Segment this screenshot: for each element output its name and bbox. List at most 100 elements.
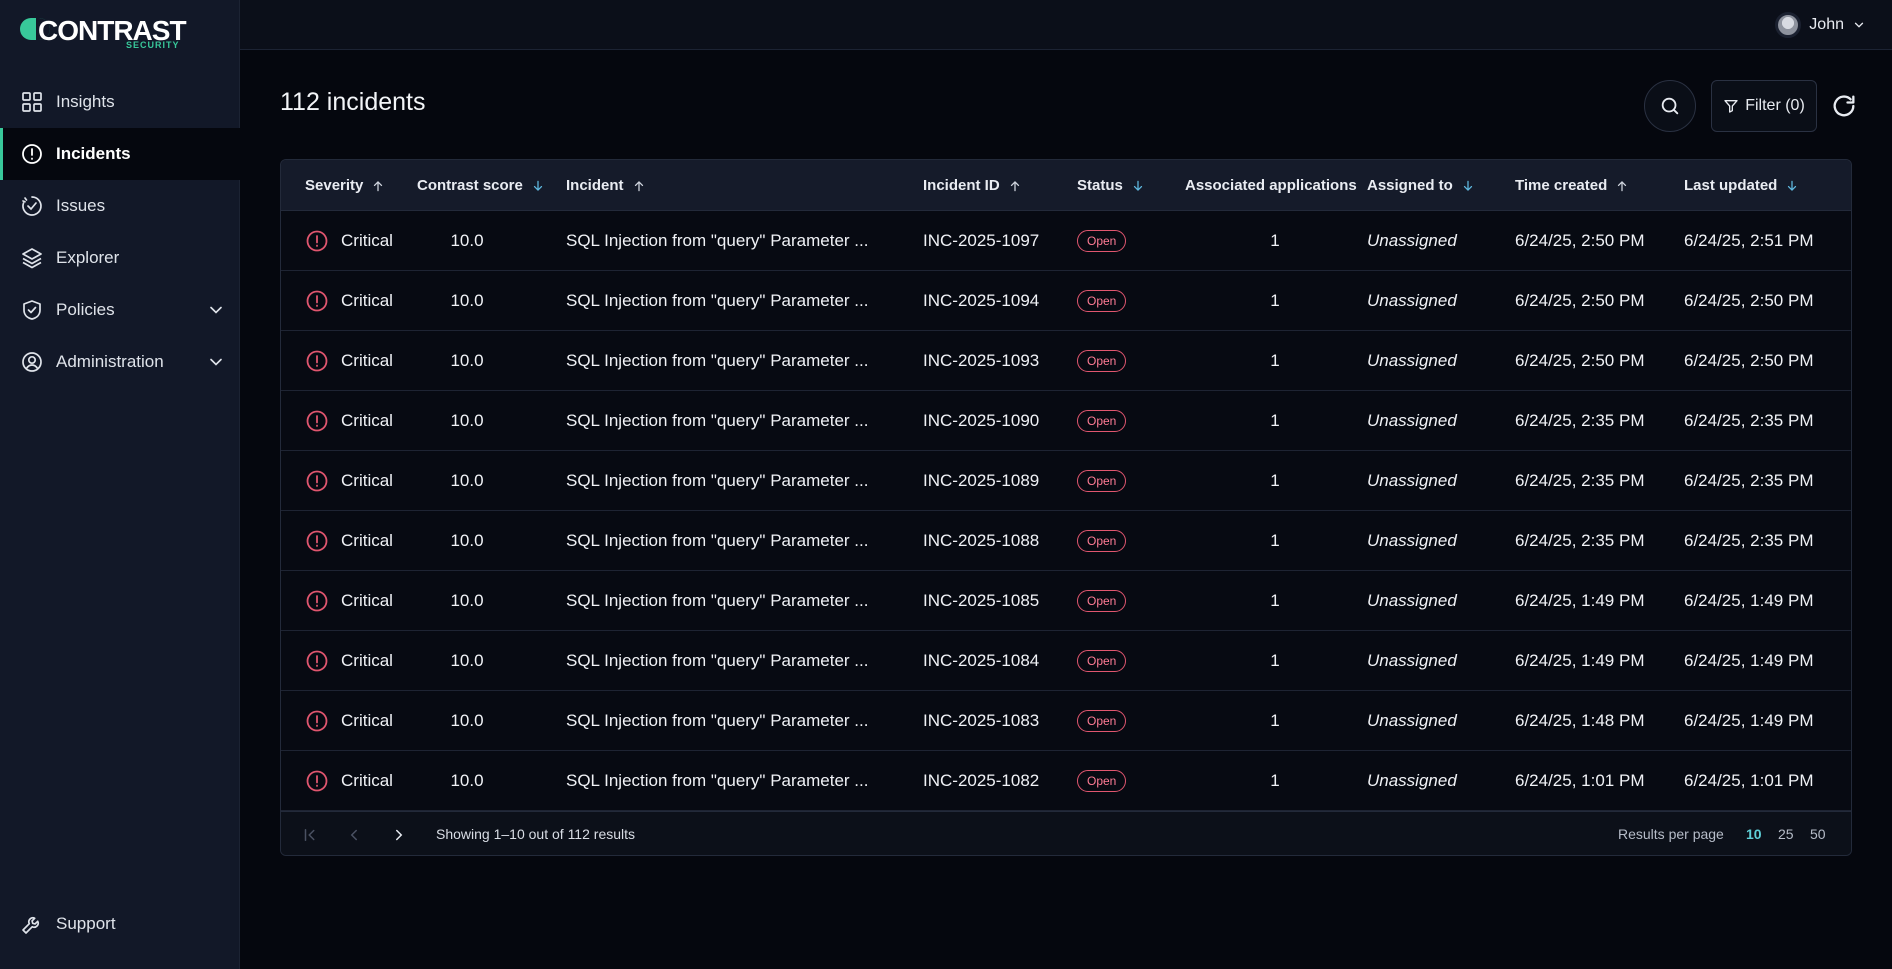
next-page-icon[interactable] (390, 826, 408, 844)
arrow-up-icon[interactable] (632, 179, 646, 193)
column-header-incident[interactable]: Incident (566, 160, 646, 211)
assigned-to: Unassigned (1367, 770, 1457, 790)
table-row[interactable]: Critical 10.0 SQL Injection from "query" P… (281, 571, 1851, 631)
arrow-down-icon[interactable] (531, 179, 545, 193)
severity-label: Critical (341, 590, 393, 610)
column-header-label: Status (1077, 177, 1123, 194)
sidebar-item-policies[interactable]: Policies (0, 284, 240, 336)
showing-suffix: results (589, 826, 636, 842)
table-row[interactable]: Critical 10.0 SQL Injection from "query" P… (281, 691, 1851, 751)
search-button[interactable] (1644, 80, 1696, 132)
layers-icon (20, 246, 44, 270)
severity-cell: Critical (305, 631, 393, 690)
severity-label: Critical (341, 650, 393, 670)
results-per-page-option[interactable]: 10 (1746, 826, 1762, 842)
contrast-score: 10.0 (450, 410, 484, 430)
status-cell: Open (1077, 331, 1127, 390)
column-header-contrast-score[interactable]: Contrast score (417, 160, 545, 211)
arrow-down-icon[interactable] (1785, 179, 1799, 193)
results-per-page-option[interactable]: 25 (1778, 826, 1794, 842)
arrow-down-icon[interactable] (1461, 179, 1475, 193)
last-updated: 6/24/25, 2:35 PM (1684, 530, 1814, 550)
incident-name[interactable]: SQL Injection from "query" Parameter ... (566, 211, 906, 270)
column-header-incident-id[interactable]: Incident ID (923, 160, 1022, 211)
critical-alert-icon (306, 290, 328, 311)
column-header-associated-applications[interactable]: Associated applications (1185, 160, 1357, 211)
severity-label: Critical (341, 710, 393, 730)
sidebar-item-label: Explorer (56, 248, 120, 267)
results-per-page-option[interactable]: 50 (1810, 826, 1826, 842)
sidebar-item-issues[interactable]: Issues (0, 180, 240, 232)
status-badge: Open (1077, 529, 1127, 552)
severity-cell: Critical (305, 391, 393, 450)
incident-id: INC-2025-1093 (923, 350, 1040, 370)
incident-name[interactable]: SQL Injection from "query" Parameter ... (566, 691, 906, 750)
previous-page-icon[interactable] (345, 826, 363, 844)
column-header-label: Assigned to (1367, 177, 1453, 194)
user-menu[interactable]: John (1775, 12, 1866, 38)
refresh-icon[interactable] (1830, 92, 1858, 120)
incident-name[interactable]: SQL Injection from "query" Parameter ... (566, 571, 906, 630)
status-badge: Open (1077, 709, 1127, 732)
table-row[interactable]: Critical 10.0 SQL Injection from "query" P… (281, 211, 1851, 271)
time-created: 6/24/25, 2:50 PM (1515, 230, 1645, 250)
alert-circle-icon (20, 142, 44, 166)
status-cell: Open (1077, 751, 1127, 810)
incidents-table: Severity Contrast score Incident Incident I… (280, 159, 1852, 856)
table-row[interactable]: Critical 10.0 SQL Injection from "query" P… (281, 331, 1851, 391)
incident-id: INC-2025-1090 (923, 410, 1040, 430)
severity-cell: Critical (305, 691, 393, 750)
sidebar-item-insights[interactable]: Insights (0, 76, 240, 128)
status-badge: Open (1077, 649, 1127, 672)
table-row[interactable]: Critical 10.0 SQL Injection from "query" P… (281, 631, 1851, 691)
last-updated: 6/24/25, 2:51 PM (1684, 230, 1814, 250)
chevron-down-icon[interactable] (206, 300, 226, 320)
incident-name[interactable]: SQL Injection from "query" Parameter ... (566, 391, 906, 450)
column-header-label: Associated applications (1185, 177, 1357, 194)
severity-cell: Critical (305, 571, 393, 630)
arrow-up-icon[interactable] (371, 179, 385, 193)
critical-alert-icon (306, 470, 328, 491)
incident-id: INC-2025-1082 (923, 770, 1040, 790)
contrast-score: 10.0 (450, 470, 484, 490)
severity-label: Critical (341, 470, 393, 490)
incident-name[interactable]: SQL Injection from "query" Parameter ... (566, 631, 906, 690)
table-row[interactable]: Critical 10.0 SQL Injection from "query" P… (281, 511, 1851, 571)
assigned-to: Unassigned (1367, 290, 1457, 310)
sidebar-item-incidents[interactable]: Incidents (0, 128, 240, 180)
arrow-down-icon[interactable] (1131, 179, 1145, 193)
status-cell: Open (1077, 451, 1127, 510)
incident-name[interactable]: SQL Injection from "query" Parameter ... (566, 451, 906, 510)
column-header-severity[interactable]: Severity (305, 160, 385, 211)
assigned-to: Unassigned (1367, 350, 1457, 370)
last-updated: 6/24/25, 2:35 PM (1684, 410, 1814, 430)
contrast-score: 10.0 (450, 290, 484, 310)
contrast-logo[interactable]: CONTRAST SECURITY (20, 15, 200, 50)
sidebar-item-support[interactable]: Support (0, 898, 240, 950)
arrow-up-icon[interactable] (1008, 179, 1022, 193)
column-header-time-created[interactable]: Time created (1515, 160, 1629, 211)
contrast-score: 10.0 (450, 350, 484, 370)
contrast-score: 10.0 (450, 650, 484, 670)
column-header-status[interactable]: Status (1077, 160, 1145, 211)
incident-id: INC-2025-1083 (923, 710, 1040, 730)
incident-name[interactable]: SQL Injection from "query" Parameter ... (566, 271, 906, 330)
column-header-last-updated[interactable]: Last updated (1684, 160, 1799, 211)
incident-name[interactable]: SQL Injection from "query" Parameter ... (566, 511, 906, 570)
chevron-down-icon[interactable] (206, 352, 226, 372)
incident-name[interactable]: SQL Injection from "query" Parameter ... (566, 331, 906, 390)
table-row[interactable]: Critical 10.0 SQL Injection from "query" P… (281, 451, 1851, 511)
sidebar-item-administration[interactable]: Administration (0, 336, 240, 388)
table-row[interactable]: Critical 10.0 SQL Injection from "query" P… (281, 751, 1851, 811)
table-row[interactable]: Critical 10.0 SQL Injection from "query" P… (281, 391, 1851, 451)
critical-alert-icon (306, 230, 328, 251)
arrow-up-icon[interactable] (1615, 179, 1629, 193)
filter-button[interactable]: Filter (0) (1711, 80, 1817, 132)
incident-name[interactable]: SQL Injection from "query" Parameter ... (566, 751, 906, 810)
sidebar-item-explorer[interactable]: Explorer (0, 232, 240, 284)
table-row[interactable]: Critical 10.0 SQL Injection from "query" P… (281, 271, 1851, 331)
associated-applications: 1 (1270, 350, 1280, 370)
first-page-icon[interactable] (301, 826, 319, 844)
wrench-icon (20, 912, 44, 936)
column-header-assigned-to[interactable]: Assigned to (1367, 160, 1475, 211)
